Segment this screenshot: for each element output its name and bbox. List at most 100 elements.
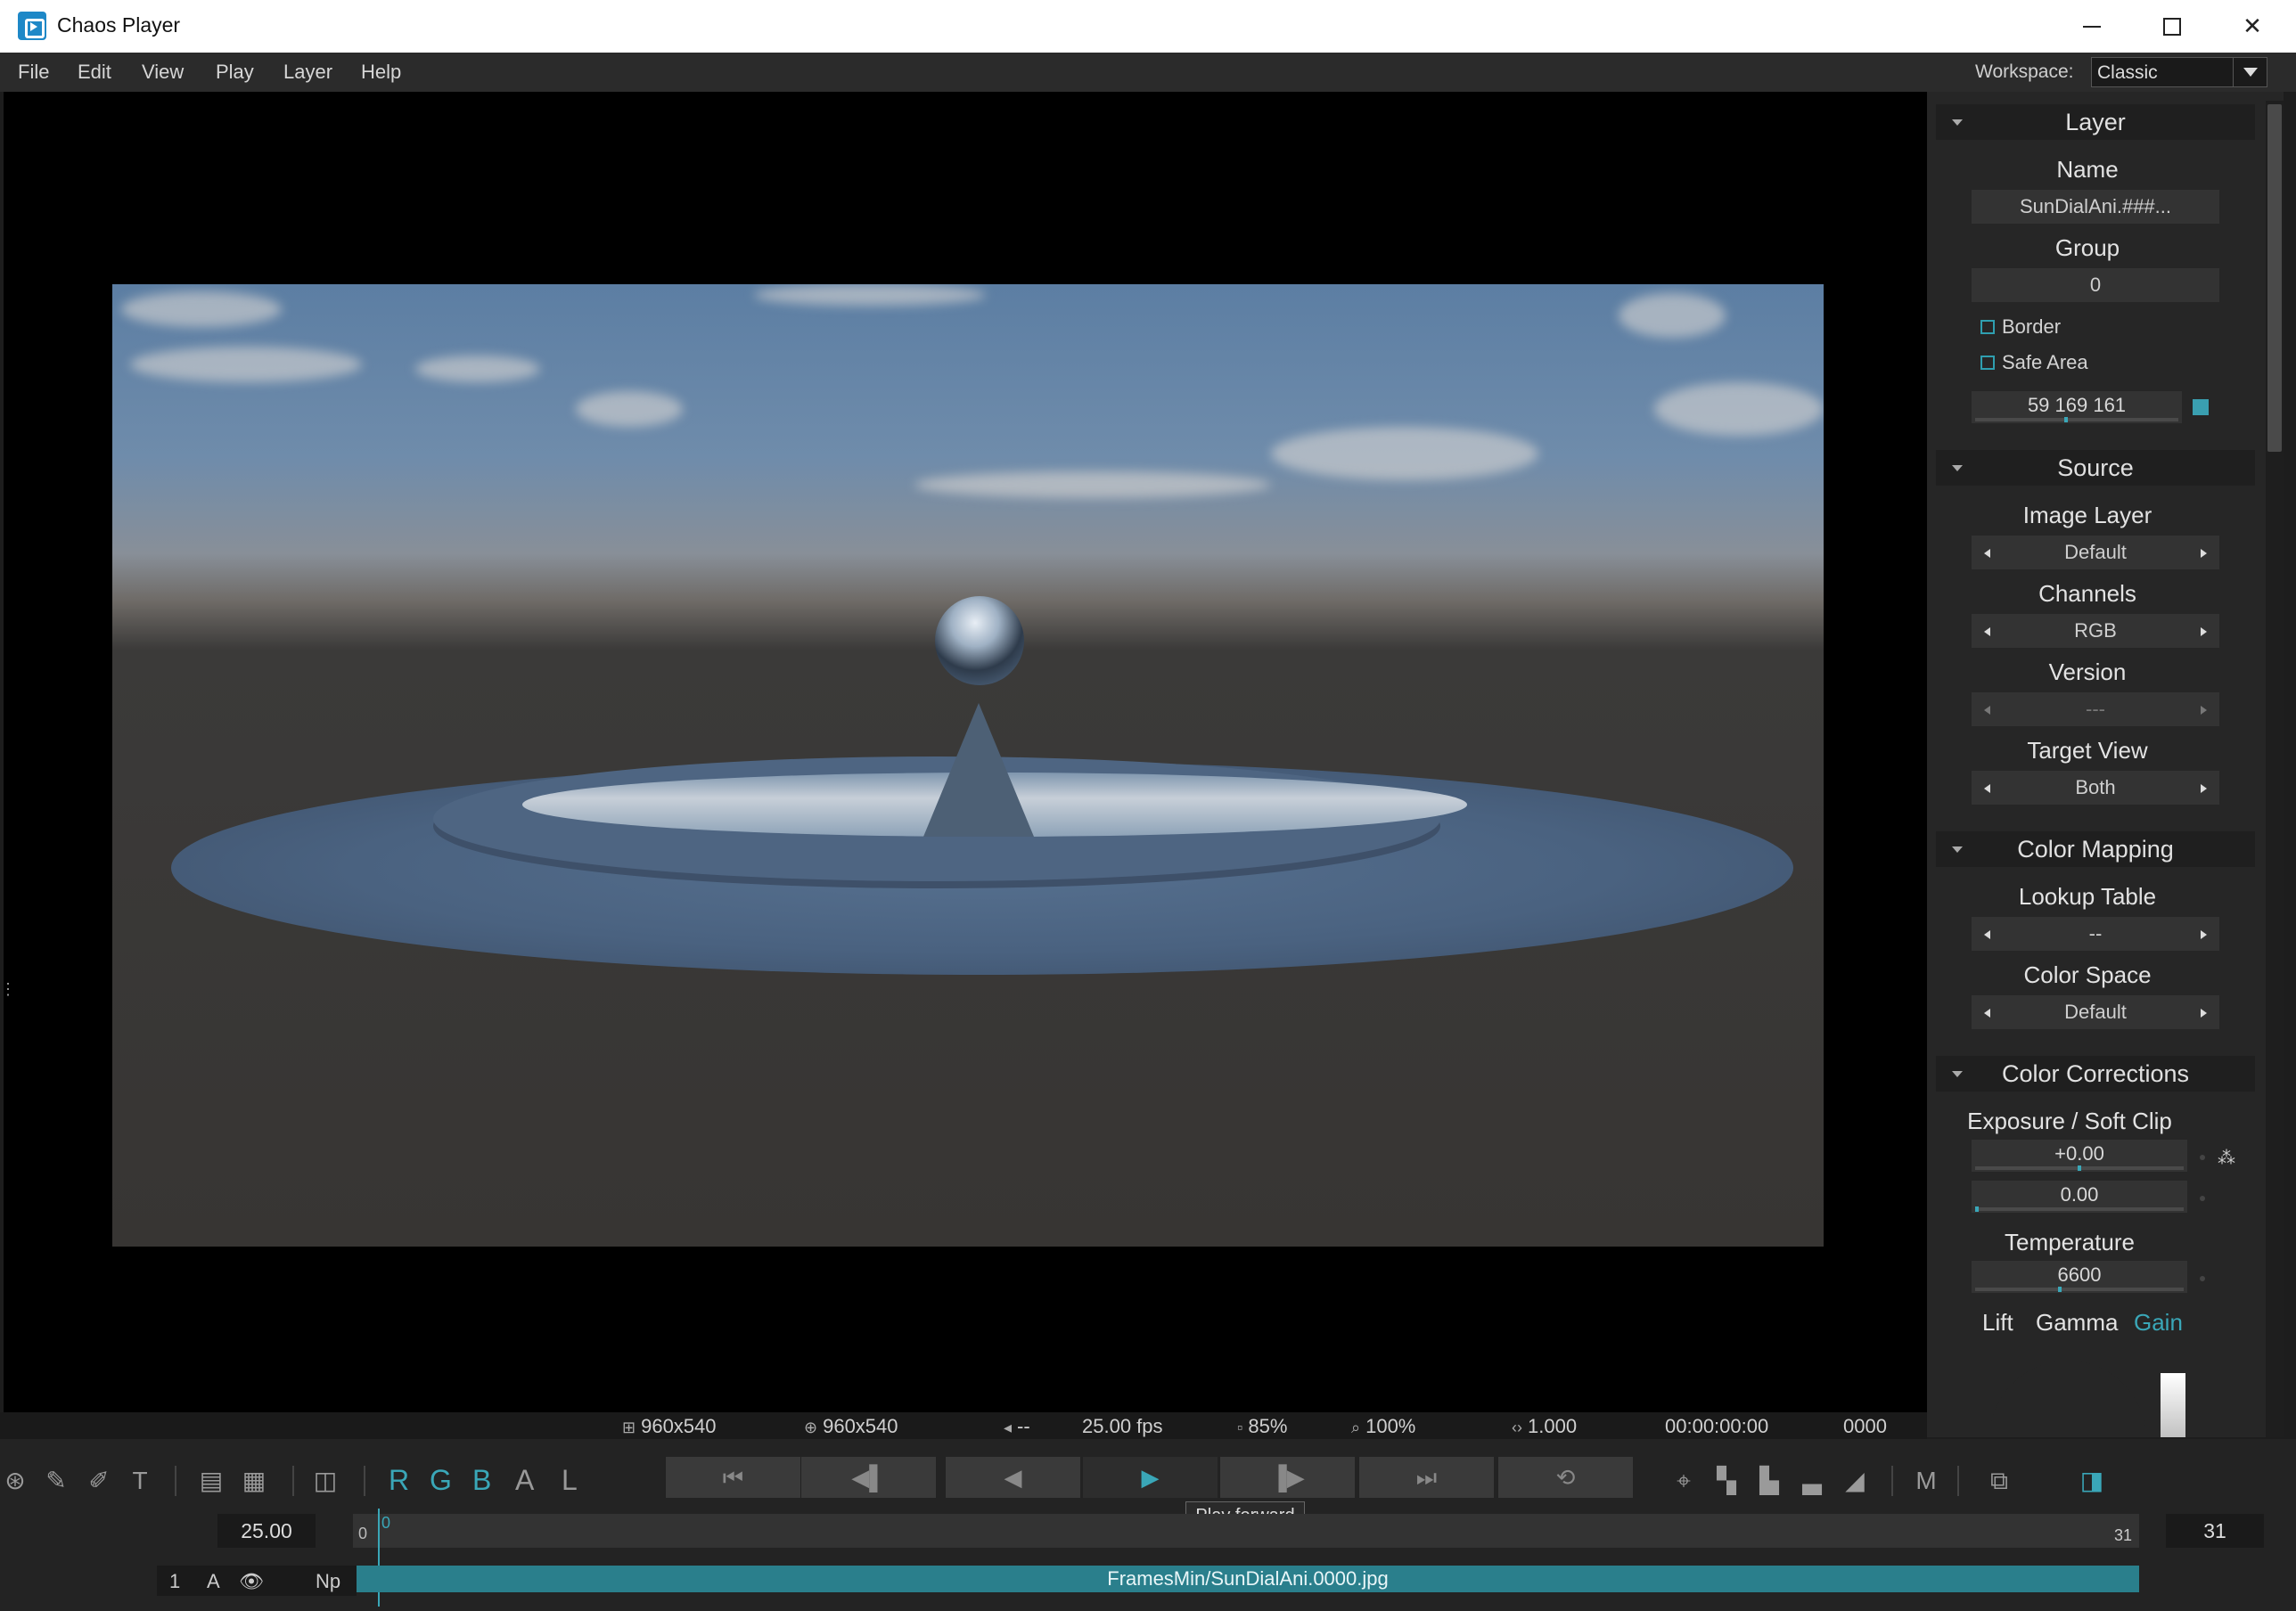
menu-help[interactable]: Help: [361, 61, 401, 84]
arrow-left-icon[interactable]: [1984, 627, 1990, 636]
arrow-right-icon[interactable]: [2201, 627, 2207, 636]
exposure-field[interactable]: +0.00: [1972, 1140, 2187, 1172]
arrow-left-icon[interactable]: [1984, 930, 1990, 939]
arrow-left-icon[interactable]: [1984, 549, 1990, 558]
layer-name-field[interactable]: SunDialAni.###...: [1972, 190, 2219, 224]
chevron-down-icon: [2233, 58, 2267, 86]
softclip-field[interactable]: 0.00: [1972, 1181, 2187, 1213]
channels-selector[interactable]: RGB: [1972, 614, 2219, 648]
arrow-right-icon[interactable]: [2201, 1009, 2207, 1018]
compare-layers-icon[interactable]: ▦: [239, 1466, 269, 1496]
version-selector[interactable]: ---: [1972, 692, 2219, 726]
close-button[interactable]: ✕: [2212, 0, 2292, 53]
go-to-end-button[interactable]: ⏭: [1358, 1457, 1494, 1498]
gain-slider[interactable]: [2161, 1373, 2185, 1437]
menu-file[interactable]: File: [18, 61, 49, 84]
arrow-left-icon[interactable]: [1984, 1009, 1990, 1018]
menu-layer[interactable]: Layer: [283, 61, 332, 84]
ramp-icon[interactable]: ◢: [1840, 1466, 1870, 1496]
panel-scroll-thumb[interactable]: [2267, 104, 2282, 452]
end-frame-input[interactable]: 31: [2166, 1514, 2264, 1548]
exposure-reset-dot[interactable]: [2200, 1155, 2205, 1160]
frame-status: 0000: [1843, 1415, 1887, 1437]
monitor-button[interactable]: M: [1911, 1466, 1941, 1496]
layer-a-toggle[interactable]: A: [207, 1570, 220, 1593]
color-wheel[interactable]: [1980, 1352, 2155, 1437]
skip-forward-icon: ⏭: [1415, 1464, 1438, 1491]
layer-section-header[interactable]: Layer: [1936, 104, 2255, 140]
panel-toggle-icon[interactable]: ◨: [2077, 1466, 2107, 1496]
menu-edit[interactable]: Edit: [78, 61, 111, 84]
fps-input[interactable]: 25.00: [217, 1514, 316, 1548]
channels-label: Channels: [2038, 580, 2136, 607]
loop-button[interactable]: ⟲: [1497, 1457, 1633, 1498]
eye-icon[interactable]: 👁: [239, 1570, 264, 1593]
group-field[interactable]: 0: [1972, 268, 2219, 302]
channel-b-button[interactable]: B: [472, 1464, 491, 1497]
border-label: Border: [2002, 315, 2062, 338]
arrow-right-icon[interactable]: [2201, 706, 2207, 715]
source-section-header[interactable]: Source: [1936, 450, 2255, 486]
timeline-current-frame: 0: [381, 1514, 391, 1532]
menu-view[interactable]: View: [142, 61, 184, 84]
annotate-icon[interactable]: ⊛: [0, 1466, 30, 1496]
workspace-select[interactable]: Classic: [2091, 57, 2267, 87]
layer-clip-bar[interactable]: FramesMin/SunDialAni.0000.jpg: [357, 1566, 2139, 1592]
arrow-right-icon[interactable]: [2201, 930, 2207, 939]
layout-icon[interactable]: ⧉: [1984, 1466, 2014, 1496]
lookup-table-selector[interactable]: --: [1972, 917, 2219, 951]
play-forward-button[interactable]: ▶: [1082, 1457, 1218, 1498]
channel-l-button[interactable]: L: [562, 1464, 578, 1497]
crosshair-icon[interactable]: ⌖: [1669, 1466, 1699, 1496]
gain-tab[interactable]: Gain: [2134, 1309, 2183, 1337]
channel-r-button[interactable]: R: [389, 1464, 409, 1497]
temperature-field[interactable]: 6600: [1972, 1261, 2187, 1293]
safe-area-checkbox[interactable]: [1980, 356, 1995, 370]
target-view-selector[interactable]: Both: [1972, 771, 2219, 805]
arrow-left-icon[interactable]: [1984, 784, 1990, 793]
skip-back-icon: ⏮: [722, 1464, 744, 1491]
timecode-status: 00:00:00:00: [1665, 1415, 1769, 1437]
arrow-right-icon[interactable]: [2201, 549, 2207, 558]
step-forward-button[interactable]: ▐▶: [1219, 1457, 1355, 1498]
pencil-icon[interactable]: ✎: [41, 1466, 71, 1496]
color-corrections-section-header[interactable]: Color Corrections: [1936, 1056, 2255, 1092]
temperature-reset-dot[interactable]: [2200, 1276, 2205, 1281]
go-to-start-button[interactable]: ⏮: [665, 1457, 800, 1498]
curve-icon[interactable]: ⁂: [2218, 1147, 2235, 1169]
text-icon[interactable]: T: [125, 1466, 155, 1496]
workspace-value: Classic: [2097, 62, 2158, 83]
lift-tab[interactable]: Lift: [1982, 1309, 2013, 1337]
step-back-button[interactable]: ◀▌: [800, 1457, 936, 1498]
film-icon[interactable]: ▤: [196, 1466, 226, 1496]
play-backward-button[interactable]: ◀: [945, 1457, 1080, 1498]
step-back-icon: ◀▌: [851, 1464, 886, 1491]
step-forward-icon: ▐▶: [1270, 1464, 1305, 1491]
image-layer-selector[interactable]: Default: [1972, 536, 2219, 569]
timeline[interactable]: 0 0 31: [353, 1509, 2139, 1607]
channel-a-button[interactable]: A: [515, 1464, 534, 1497]
menu-play[interactable]: Play: [216, 61, 254, 84]
resize-handle[interactable]: ⋮: [0, 980, 16, 999]
arrow-left-icon[interactable]: [1984, 706, 1990, 715]
arrow-right-icon[interactable]: [2201, 784, 2207, 793]
channel-g-button[interactable]: G: [430, 1464, 452, 1497]
image-viewer[interactable]: [4, 92, 1927, 1416]
histogram-icon[interactable]: ▃: [1797, 1466, 1827, 1496]
split-view-icon[interactable]: ◫: [310, 1466, 340, 1496]
softclip-reset-dot[interactable]: [2200, 1196, 2205, 1201]
border-color-swatch[interactable]: [2193, 399, 2209, 415]
layer-np-toggle[interactable]: Np: [316, 1570, 340, 1593]
color-space-selector[interactable]: Default: [1972, 995, 2219, 1029]
levels-icon[interactable]: ▙: [1754, 1466, 1784, 1496]
minimize-icon: [2083, 25, 2101, 28]
minimize-button[interactable]: [2052, 0, 2132, 53]
border-color-field[interactable]: 59 169 161: [1972, 391, 2182, 423]
layer-controls: 1 A 👁 Np: [157, 1566, 357, 1596]
border-checkbox[interactable]: [1980, 320, 1995, 334]
gamma-tab[interactable]: Gamma: [2036, 1309, 2118, 1337]
checker-icon[interactable]: ▚: [1711, 1466, 1742, 1496]
color-mapping-section-header[interactable]: Color Mapping: [1936, 831, 2255, 867]
maximize-button[interactable]: [2132, 0, 2212, 53]
eraser-icon[interactable]: ✐: [84, 1466, 114, 1496]
